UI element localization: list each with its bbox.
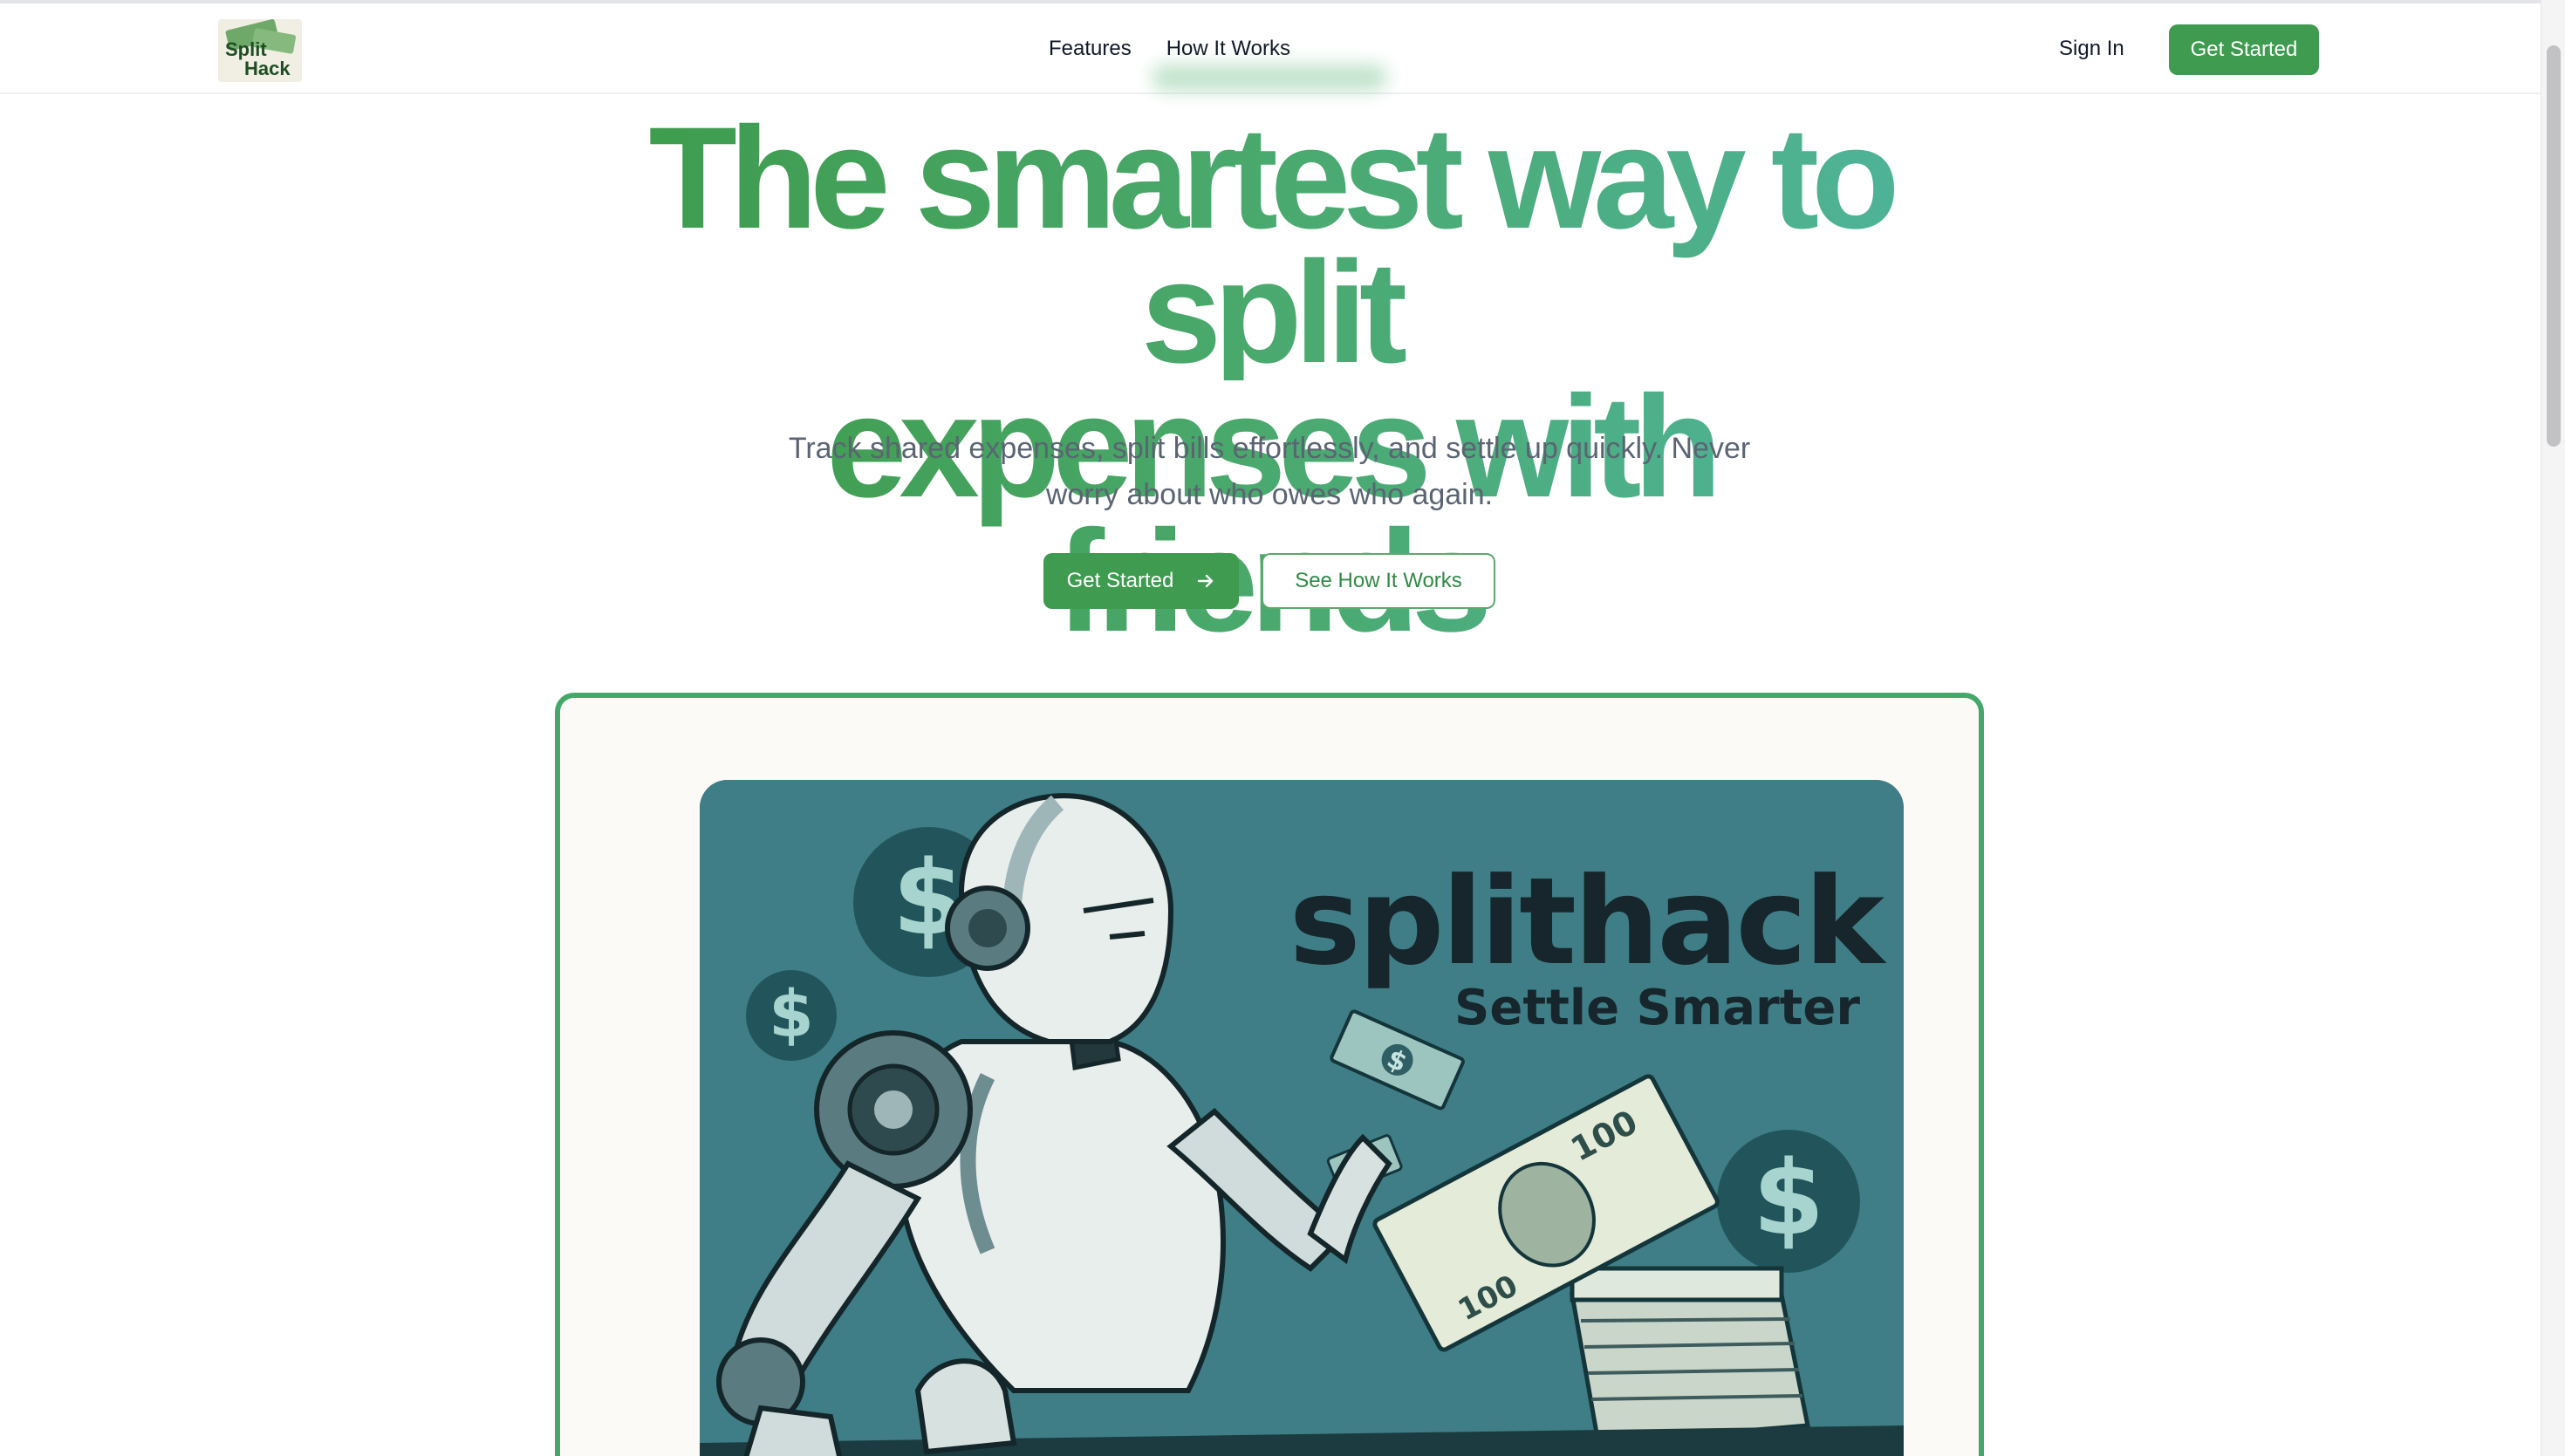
svg-text:$: $: [1753, 1138, 1824, 1258]
sign-in-link[interactable]: Sign In: [2059, 37, 2124, 61]
svg-text:$: $: [769, 977, 814, 1052]
hero-subtitle: Track shared expenses, split bills effor…: [788, 432, 1751, 511]
hero-title-line-1: The smartest way to split: [520, 106, 2021, 386]
hero-get-started-label: Get Started: [1066, 569, 1174, 592]
nav-link-how-it-works[interactable]: How It Works: [1166, 37, 1290, 61]
illustration-wordmark: splithack: [1289, 851, 1888, 992]
see-how-it-works-button[interactable]: See How It Works: [1262, 553, 1495, 609]
navbar: Split Hack Features How It Works Sign In…: [0, 3, 2541, 94]
dollar-coin-right: $: [1717, 1130, 1860, 1273]
cash-stack: [1570, 1266, 1811, 1446]
faded-announcement-bar: [1152, 65, 1387, 91]
hero-get-started-button[interactable]: Get Started: [1043, 553, 1239, 609]
hero-cta-row: Get Started See How It Works: [1043, 553, 1495, 609]
main-nav: Features How It Works: [1049, 37, 1290, 61]
hero-illustration: $ $ $ splithack Settle Smarter $ $: [700, 780, 1904, 1456]
arrow-right-icon: [1198, 574, 1214, 588]
brand-logo[interactable]: Split Hack: [218, 19, 302, 82]
nav-get-started-label: Get Started: [2190, 38, 2298, 61]
scrollbar-thumb[interactable]: [2547, 45, 2561, 447]
illustration-tagline: Settle Smarter: [1454, 980, 1860, 1036]
hero-showcase-frame: $ $ $ splithack Settle Smarter $ $: [555, 693, 1984, 1456]
logo-text-hack: Hack: [244, 58, 291, 79]
see-how-it-works-label: See How It Works: [1295, 569, 1462, 592]
robot-money-illustration: $ $ $ splithack Settle Smarter $ $: [700, 780, 1904, 1456]
nav-get-started-button[interactable]: Get Started: [2169, 24, 2319, 75]
logo-image: Split Hack: [218, 19, 302, 82]
nav-link-features[interactable]: Features: [1049, 37, 1132, 61]
page-scrollbar[interactable]: [2541, 0, 2565, 1456]
dollar-coin-small: $: [746, 970, 837, 1061]
